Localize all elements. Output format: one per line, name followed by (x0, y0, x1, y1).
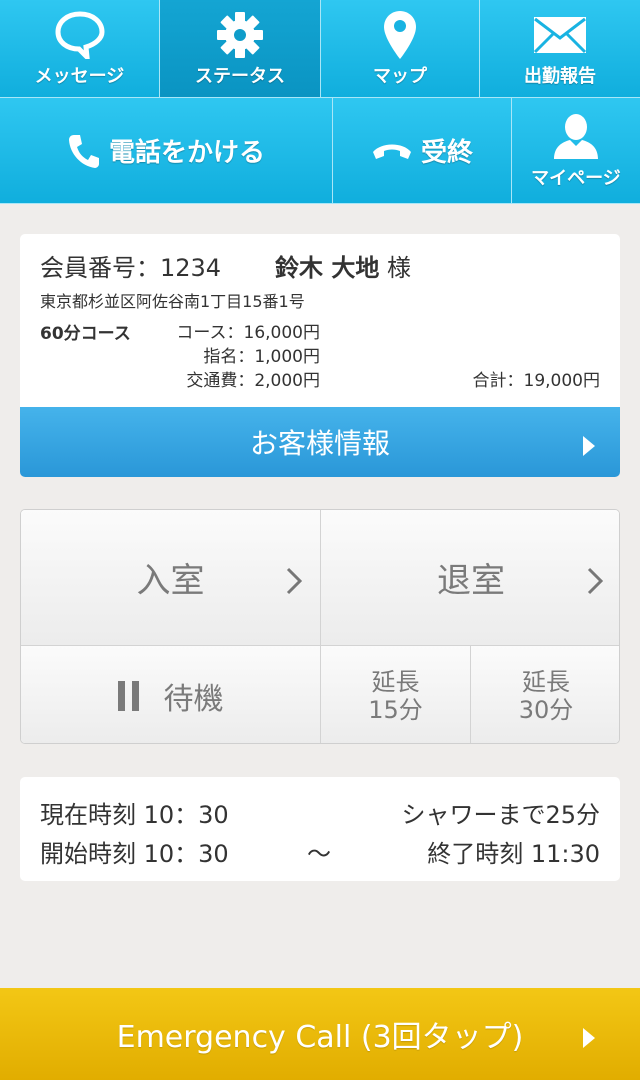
shower-countdown: シャワーまで25分 (401, 801, 600, 829)
extend-30-button[interactable]: 延長 30分 (471, 646, 619, 743)
nav-attendance-button[interactable]: 出勤報告 (480, 0, 640, 98)
customer-address: 東京都杉並区阿佐谷南1丁目15番1号 (40, 292, 305, 311)
top-nav-row-1: メッセージ ステータス マップ 出勤報告 (0, 0, 640, 98)
emergency-call-button[interactable]: Emergency Call (3回タップ) (0, 988, 640, 1080)
envelope-icon (533, 10, 587, 60)
speech-bubble-icon (54, 10, 105, 60)
hangup-button[interactable]: 受終 (333, 98, 512, 204)
top-nav-row-2: 電話をかける 受終 マイページ (0, 98, 640, 204)
nav-status-button[interactable]: ステータス (160, 0, 321, 98)
time-range-separator: ～ (307, 840, 331, 868)
phone-icon (67, 133, 101, 169)
nav-map-label: マップ (373, 65, 427, 87)
member-line: 会員番号：1234 鈴木 大地 様 (40, 248, 411, 283)
action-grid: 入室 退室 待機 延長 15分 延長 30分 (20, 509, 620, 744)
chevron-right-icon (286, 564, 303, 604)
call-button[interactable]: 電話をかける (0, 98, 333, 204)
extend-30-label-top: 延長 (522, 667, 570, 696)
map-pin-icon (382, 10, 418, 60)
course-price: コース：16,000円 (176, 323, 320, 343)
triangle-right-icon (582, 431, 596, 464)
time-card: 現在時刻 10：30 シャワーまで25分 開始時刻 10：30 ～ 終了時刻 1… (20, 777, 620, 881)
nav-status-label: ステータス (195, 65, 285, 87)
chevron-right-icon (587, 564, 604, 604)
member-number: 1234 (160, 254, 222, 282)
nav-attendance-label: 出勤報告 (524, 65, 596, 87)
gear-icon (216, 10, 264, 60)
end-time: 終了時刻 11:30 (427, 840, 600, 868)
triangle-right-icon (582, 1022, 596, 1057)
nav-message-label: メッセージ (34, 65, 125, 87)
pause-icon (117, 680, 146, 711)
extend-30-label-bottom: 30分 (518, 695, 574, 724)
nav-mypage-label: マイページ (531, 167, 621, 189)
wait-button[interactable]: 待機 (21, 646, 321, 743)
customer-card: 会員番号：1234 鈴木 大地 様 東京都杉並区阿佐谷南1丁目15番1号 60分… (20, 234, 620, 477)
nav-mypage-button[interactable]: マイページ (512, 98, 640, 204)
extend-15-button[interactable]: 延長 15分 (321, 646, 471, 743)
user-icon (553, 112, 599, 162)
customer-honorific: 様 (387, 254, 411, 282)
current-time: 現在時刻 10：30 (40, 801, 229, 829)
enter-room-label: 入室 (136, 561, 205, 601)
customer-name: 鈴木 大地 (275, 254, 380, 282)
customer-name-line: 鈴木 大地 様 (275, 248, 411, 283)
enter-room-button[interactable]: 入室 (21, 510, 321, 646)
extend-15-label-bottom: 15分 (368, 695, 423, 724)
hangup-phone-icon (371, 140, 413, 162)
nav-message-button[interactable]: メッセージ (0, 0, 160, 98)
wait-label: 待機 (163, 681, 224, 717)
nav-map-button[interactable]: マップ (321, 0, 480, 98)
customer-info-button[interactable]: お客様情報 (20, 407, 620, 477)
extend-15-label-top: 延長 (371, 667, 420, 696)
emergency-call-label: Emergency Call (3回タップ) (116, 1020, 524, 1055)
course-name: 60分コース (40, 324, 131, 344)
call-label: 電話をかける (108, 138, 265, 168)
total-price: 合計：19,000円 (472, 371, 600, 391)
hangup-label: 受終 (420, 138, 473, 168)
member-number-label: 会員番号： (40, 254, 160, 282)
customer-info-label: お客様情報 (249, 427, 390, 460)
exit-room-label: 退室 (437, 561, 505, 601)
nomination-price: 指名：1,000円 (203, 347, 320, 367)
start-time: 開始時刻 10：30 (40, 840, 229, 868)
exit-room-button[interactable]: 退室 (321, 510, 619, 646)
transport-price: 交通費：2,000円 (186, 371, 320, 391)
